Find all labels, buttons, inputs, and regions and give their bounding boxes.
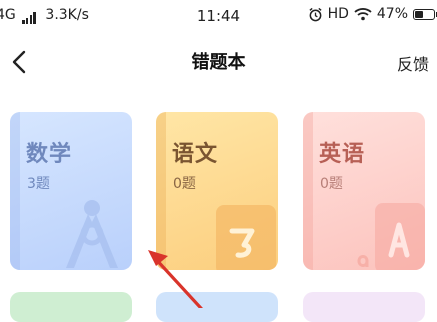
notebook-subject: 语文 <box>172 142 219 167</box>
compass-icon <box>66 200 118 268</box>
feedback-button[interactable]: 反馈 <box>397 51 429 75</box>
status-right: HD 47% <box>308 6 437 22</box>
notebook-count: 0题 <box>173 176 196 192</box>
notebook-subject: 数学 <box>26 142 73 167</box>
alarm-icon <box>308 7 322 21</box>
notebook-count: 3题 <box>27 176 50 192</box>
wifi-icon <box>354 8 372 21</box>
notebook-english[interactable]: 英语 0题 <box>303 112 425 270</box>
letter-a-icon <box>357 203 425 270</box>
battery-icon <box>413 8 437 20</box>
notebook-chinese[interactable]: 语文 0题 <box>156 112 278 270</box>
notebook-peek[interactable] <box>303 292 425 322</box>
notebook-peek[interactable] <box>156 292 278 322</box>
notebook-spine <box>303 112 313 270</box>
notebook-spine <box>156 112 166 270</box>
battery-percent: 47% <box>376 6 408 22</box>
status-bar: 4G 3.3K/s 11:44 HD 47% <box>0 0 437 34</box>
notebook-math[interactable]: 数学 3题 <box>10 112 132 270</box>
hd-label: HD <box>327 6 349 22</box>
notebook-count: 0题 <box>320 176 343 192</box>
notebook-subject: 英语 <box>319 142 366 167</box>
notebook-spine <box>10 112 20 270</box>
chinese-character-icon <box>216 205 276 270</box>
notebook-peek[interactable] <box>10 292 132 322</box>
page-title: 错题本 <box>191 52 246 73</box>
nav-bar: 错题本 反馈 <box>0 34 437 90</box>
